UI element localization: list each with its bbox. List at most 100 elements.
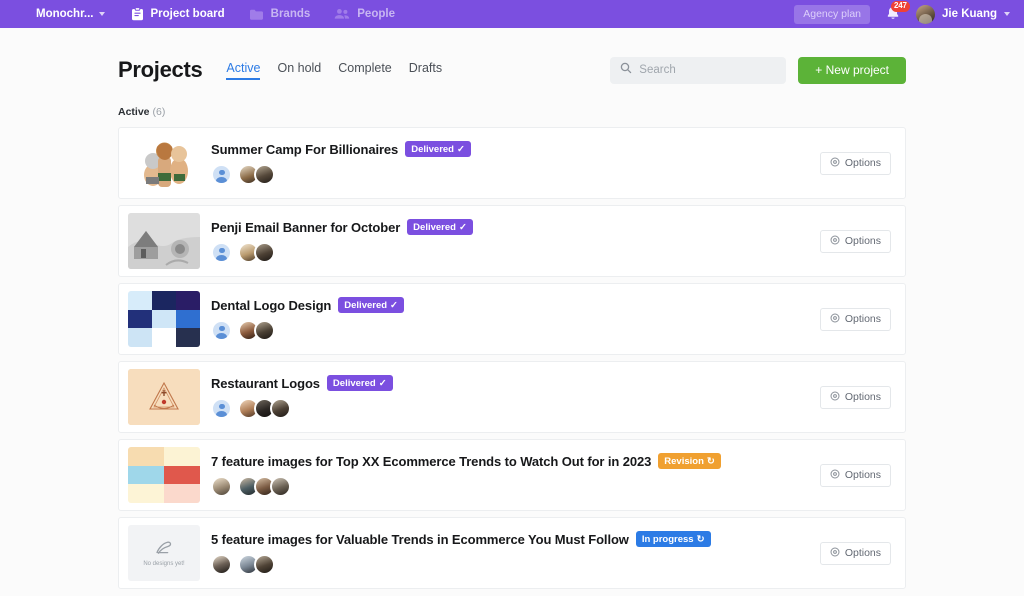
- project-title-row: Restaurant Logos Delivered ✓: [211, 375, 820, 391]
- no-designs-label: No designs yet!: [143, 561, 184, 567]
- options-label: Options: [845, 157, 881, 169]
- section-count: (6): [153, 106, 166, 118]
- page-container: Projects Active On hold Complete Drafts …: [0, 54, 1024, 589]
- project-title-row: Penji Email Banner for October Delivered…: [211, 219, 820, 235]
- avatar[interactable]: [211, 164, 232, 185]
- nav-left-group: Monochr... Project board Brands: [36, 7, 419, 21]
- table-row[interactable]: Summer Camp For Billionaires Delivered ✓: [118, 127, 906, 199]
- avatar[interactable]: [270, 476, 291, 497]
- project-info: Restaurant Logos Delivered ✓: [200, 375, 820, 419]
- avatar[interactable]: [254, 242, 275, 263]
- gear-icon: [830, 469, 840, 482]
- status-label: Delivered: [333, 378, 376, 389]
- avatar[interactable]: [270, 398, 291, 419]
- avatar[interactable]: [254, 554, 275, 575]
- assignee-avatars: [211, 242, 820, 263]
- user-name: Jie Kuang: [942, 8, 997, 20]
- search-box[interactable]: [610, 57, 786, 84]
- avatar[interactable]: [211, 320, 232, 341]
- options-button[interactable]: Options: [820, 230, 891, 253]
- status-badge: Delivered ✓: [338, 297, 404, 313]
- table-row[interactable]: Restaurant Logos Delivered ✓: [118, 361, 906, 433]
- user-menu[interactable]: Jie Kuang: [916, 5, 1010, 24]
- avatar[interactable]: [254, 320, 275, 341]
- project-thumbnail: [128, 291, 200, 347]
- clipboard-icon: [131, 7, 144, 21]
- status-label: Delivered: [411, 144, 454, 155]
- tab-on-hold[interactable]: On hold: [277, 61, 321, 80]
- nav-item-brands[interactable]: Brands: [249, 8, 311, 21]
- refresh-icon: ↻: [697, 534, 705, 545]
- options-label: Options: [845, 313, 881, 325]
- tab-drafts[interactable]: Drafts: [409, 61, 442, 80]
- options-button[interactable]: Options: [820, 308, 891, 331]
- agency-plan-badge[interactable]: Agency plan: [794, 5, 870, 24]
- nav-item-label: Project board: [151, 8, 225, 20]
- tab-complete[interactable]: Complete: [338, 61, 392, 80]
- folder-icon: [249, 8, 264, 21]
- avatar[interactable]: [254, 164, 275, 185]
- check-icon: ✓: [459, 222, 467, 233]
- chevron-down-icon: [1004, 12, 1010, 16]
- table-row[interactable]: Dental Logo Design Delivered ✓: [118, 283, 906, 355]
- project-info: 7 feature images for Top XX Ecommerce Tr…: [200, 453, 820, 497]
- gear-icon: [830, 313, 840, 326]
- workspace-switcher[interactable]: Monochr...: [36, 8, 105, 20]
- project-title: Restaurant Logos: [211, 376, 320, 391]
- project-thumbnail: [128, 369, 200, 425]
- options-button[interactable]: Options: [820, 542, 891, 565]
- nav-item-people[interactable]: People: [334, 8, 395, 20]
- status-label: Revision: [664, 456, 704, 467]
- new-project-button[interactable]: + New project: [798, 57, 906, 84]
- options-button[interactable]: Options: [820, 152, 891, 175]
- options-label: Options: [845, 235, 881, 247]
- assignee-avatars: [211, 398, 820, 419]
- project-title: Dental Logo Design: [211, 298, 331, 313]
- avatar[interactable]: [211, 242, 232, 263]
- table-row[interactable]: No designs yet! 5 feature images for Val…: [118, 517, 906, 589]
- empty-thumbnail-placeholder: No designs yet!: [128, 525, 200, 581]
- project-info: Dental Logo Design Delivered ✓: [200, 297, 820, 341]
- search-input[interactable]: [639, 64, 776, 76]
- status-label: Delivered: [344, 300, 387, 311]
- project-title-row: 5 feature images for Valuable Trends in …: [211, 531, 820, 547]
- project-title-row: Summer Camp For Billionaires Delivered ✓: [211, 141, 820, 157]
- nav-item-label: People: [357, 8, 395, 20]
- gear-icon: [830, 547, 840, 560]
- top-navigation-bar: Monochr... Project board Brands: [0, 0, 1024, 28]
- chevron-down-icon: [99, 12, 105, 16]
- check-icon: ✓: [379, 378, 387, 389]
- check-icon: ✓: [390, 300, 398, 311]
- avatar[interactable]: [211, 554, 232, 575]
- table-row[interactable]: Penji Email Banner for October Delivered…: [118, 205, 906, 277]
- project-thumbnail: [128, 447, 200, 503]
- notification-count-badge: 247: [891, 1, 910, 12]
- nav-item-label: Brands: [271, 8, 311, 20]
- status-label: In progress: [642, 534, 694, 545]
- project-title: 7 feature images for Top XX Ecommerce Tr…: [211, 454, 651, 469]
- nav-item-project-board[interactable]: Project board: [131, 7, 225, 21]
- bell-icon: [884, 10, 902, 27]
- project-title: Summer Camp For Billionaires: [211, 142, 398, 157]
- notifications-button[interactable]: 247: [884, 5, 902, 23]
- project-filter-tabs: Active On hold Complete Drafts: [226, 61, 442, 80]
- gear-icon: [830, 235, 840, 248]
- project-info: Summer Camp For Billionaires Delivered ✓: [200, 141, 820, 185]
- table-row[interactable]: 7 feature images for Top XX Ecommerce Tr…: [118, 439, 906, 511]
- options-button[interactable]: Options: [820, 464, 891, 487]
- workspace-name: Monochr...: [36, 8, 94, 20]
- section-header: Active(6): [118, 106, 906, 118]
- avatar[interactable]: [211, 398, 232, 419]
- project-title: 5 feature images for Valuable Trends in …: [211, 532, 629, 547]
- gear-icon: [830, 391, 840, 404]
- page-header: Projects Active On hold Complete Drafts …: [118, 54, 906, 86]
- status-badge: In progress ↻: [636, 531, 711, 547]
- assignee-avatars: [211, 476, 820, 497]
- options-button[interactable]: Options: [820, 386, 891, 409]
- options-label: Options: [845, 547, 881, 559]
- status-badge: Delivered ✓: [405, 141, 471, 157]
- status-badge: Delivered ✓: [407, 219, 473, 235]
- tab-active[interactable]: Active: [226, 61, 260, 80]
- avatar[interactable]: [211, 476, 232, 497]
- no-designs-icon: [154, 540, 174, 558]
